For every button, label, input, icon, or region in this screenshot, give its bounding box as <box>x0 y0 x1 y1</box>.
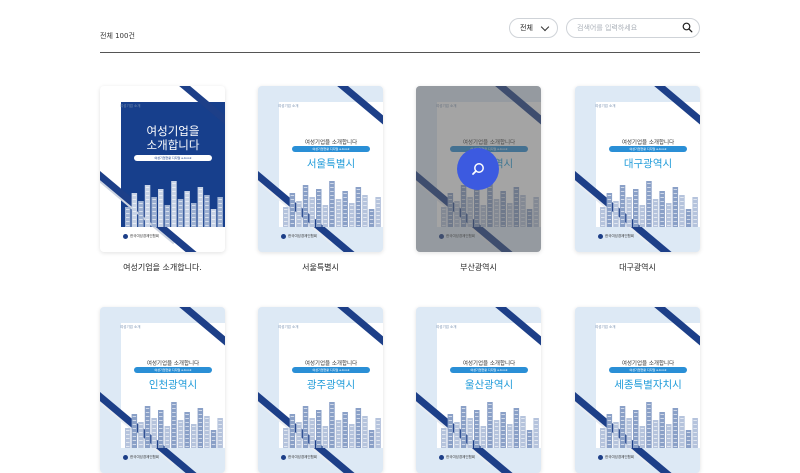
category-filter-select[interactable]: 전체 <box>509 18 558 38</box>
cover-logo: 한국여성경제인협회 <box>123 234 159 239</box>
cover-title: 여성기업을 소개합니다 <box>304 361 358 367</box>
search-input[interactable] <box>577 21 677 35</box>
ebook-card[interactable]: 여성기업 소개여성기업을 소개합니다 울산광역시 여성기업현황 디지털 e-boo… <box>416 307 541 473</box>
category-filter-value: 전체 <box>520 24 533 32</box>
cover-title: 여성기업을 소개합니다 <box>621 140 675 146</box>
cover-logo: 한국여성경제인협회 <box>598 455 634 460</box>
total-count: 전체 100건 <box>100 32 135 40</box>
cover-title: 여성기업을 소개합니다 <box>304 140 358 146</box>
ebook-card[interactable]: 여성기업 소개여성기업을 소개합니다 대구광역시 여성기업현황 디지털 e-boo… <box>575 86 700 252</box>
cover-title: 여성기업을 소개합니다 <box>146 361 200 367</box>
ebook-card[interactable]: 여성기업 소개여성기업을 소개합니다 광주광역시 여성기업현황 디지털 e-boo… <box>258 307 383 473</box>
ebook-title[interactable]: 여성기업을 소개합니다. <box>100 262 225 273</box>
cover-region: 울산광역시 <box>464 379 514 391</box>
cover-pill: 여성기업현황 디지털 e-book <box>292 146 370 152</box>
ebook-card[interactable]: 여성기업 소개여성기업을 소개합니다 서울특별시 여성기업현황 디지털 e-boo… <box>258 86 383 252</box>
logo-icon <box>598 234 603 239</box>
cover-city-illustration <box>279 395 383 449</box>
cover-city-illustration <box>279 174 383 228</box>
ebook-card[interactable]: 여성기업 소개여성기업을 소개합니다 인천광역시 여성기업현황 디지털 e-boo… <box>100 307 225 473</box>
cover-publisher: 여성기업 소개 <box>278 104 299 108</box>
cover-pill: 여성기업현황 디지털 e-book <box>292 367 370 373</box>
logo-icon <box>281 234 286 239</box>
cover-title: 여성기업을 소개합니다 <box>146 124 200 152</box>
ebook-card[interactable]: 여성기업 소개여성기업을 소개합니다 부산광역시여성기업현황 디지털 e-boo… <box>416 86 541 252</box>
cover-publisher: 여성기업 소개 <box>120 104 141 108</box>
ebook-card[interactable]: 여성기업 소개여성기업을 소개합니다 세종특별자치시 여성기업현황 디지털 e-b… <box>575 307 700 473</box>
cover-region: 대구광역시 <box>623 158 673 170</box>
cover-logo: 한국여성경제인협회 <box>439 455 475 460</box>
search-box <box>566 18 700 38</box>
cover-publisher: 여성기업 소개 <box>120 325 141 329</box>
cover-title: 여성기업을 소개합니다 <box>462 361 516 367</box>
ebook-card[interactable]: 여성기업 소개여성기업을 소개합니다여성기업현황 디지털 e-book 한국여성… <box>100 86 225 252</box>
chevron-down-icon <box>540 22 550 32</box>
logo-icon <box>123 455 128 460</box>
cover-logo: 한국여성경제인협회 <box>281 234 317 239</box>
logo-icon <box>281 455 286 460</box>
cover-pill: 여성기업현황 디지털 e-book <box>450 367 528 373</box>
cover-logo: 한국여성경제인협회 <box>598 234 634 239</box>
cover-region: 광주광역시 <box>306 379 356 391</box>
logo-icon <box>439 455 444 460</box>
cover-city-illustration <box>596 395 700 449</box>
ebook-title[interactable]: 서울특별시 <box>258 262 383 273</box>
cover-pill: 여성기업현황 디지털 e-book <box>609 146 687 152</box>
cover-region: 인천광역시 <box>148 379 198 391</box>
cover-pill: 여성기업현황 디지털 e-book <box>134 155 212 161</box>
cover-pill: 여성기업현황 디지털 e-book <box>134 367 212 373</box>
cover-publisher: 여성기업 소개 <box>278 325 299 329</box>
logo-icon <box>123 234 128 239</box>
cover-title: 여성기업을 소개합니다 <box>621 361 675 367</box>
cover-logo: 한국여성경제인협회 <box>281 455 317 460</box>
zoom-icon <box>472 163 484 175</box>
cover-region: 세종특별자치시 <box>614 379 682 391</box>
ebook-title[interactable]: 부산광역시 <box>416 262 541 273</box>
cover-logo: 한국여성경제인협회 <box>123 455 159 460</box>
ebook-title[interactable]: 대구광역시 <box>575 262 700 273</box>
zoom-button[interactable] <box>457 148 499 190</box>
search-icon[interactable] <box>682 22 693 33</box>
cover-pill: 여성기업현황 디지털 e-book <box>609 367 687 373</box>
cover-city-illustration <box>437 395 541 449</box>
cover-city-illustration <box>121 174 225 228</box>
cover-publisher: 여성기업 소개 <box>595 325 616 329</box>
cover-city-illustration <box>596 174 700 228</box>
logo-icon <box>598 455 603 460</box>
cover-publisher: 여성기업 소개 <box>436 325 457 329</box>
cover-city-illustration <box>121 395 225 449</box>
list-header: 전체 100건 전체 <box>100 14 700 53</box>
cover-region: 서울특별시 <box>306 158 356 170</box>
cover-publisher: 여성기업 소개 <box>595 104 616 108</box>
